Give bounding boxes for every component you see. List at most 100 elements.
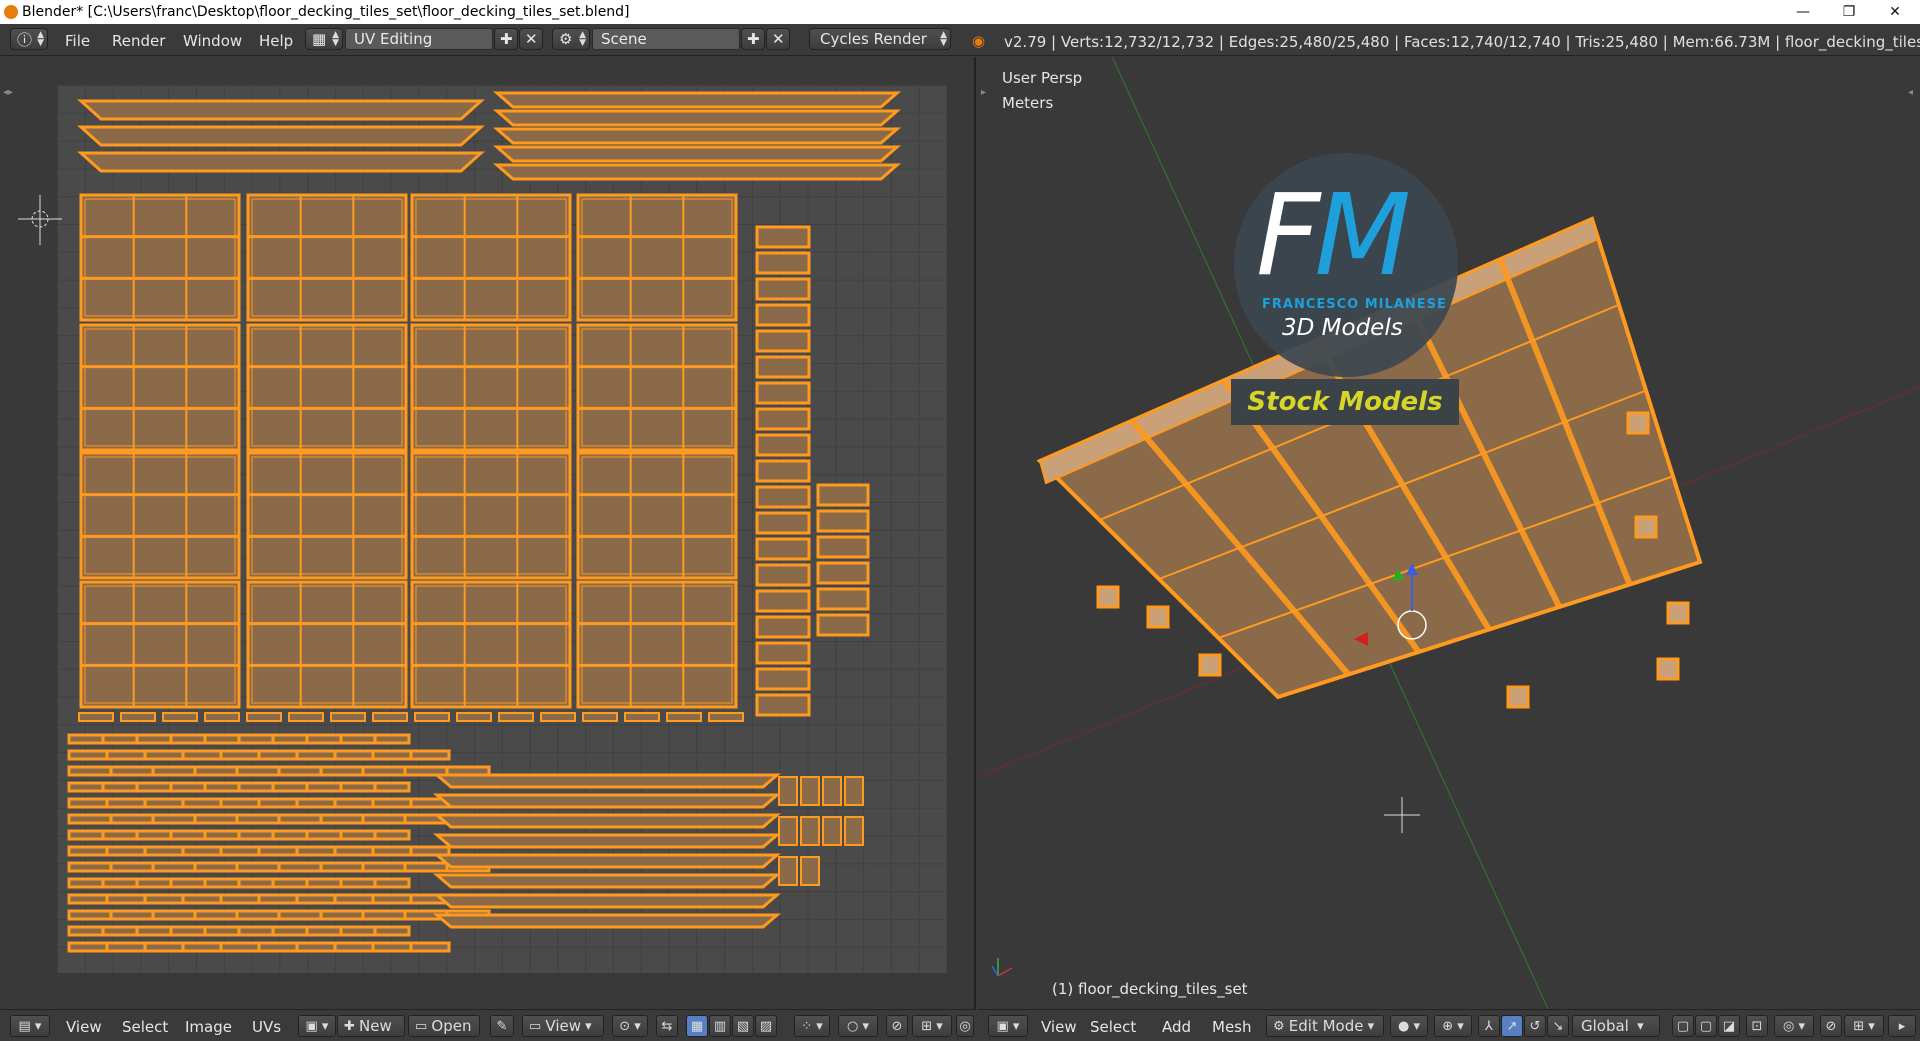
vertex-mode-icon[interactable]: ▢ <box>1695 1015 1717 1037</box>
face-mode-icon[interactable]: ◪ <box>1718 1015 1740 1037</box>
snap-icon[interactable]: ⊘ <box>1820 1015 1842 1037</box>
2d-cursor-icon[interactable] <box>18 195 62 249</box>
snap-target-icon[interactable]: ⊞ ▾ <box>1844 1015 1884 1037</box>
vertex-select-icon[interactable]: ▦ <box>686 1015 708 1037</box>
proportional-edit-icon[interactable]: ○ ▾ <box>838 1015 878 1037</box>
uv-menu-view[interactable]: View <box>66 1018 102 1036</box>
pin-icon[interactable]: ✎ <box>490 1015 514 1037</box>
uv-menu-image[interactable]: Image <box>185 1018 232 1036</box>
view-mode-dropdown[interactable]: ▭ View ▾ <box>522 1015 604 1037</box>
toolshelf-expand-icon[interactable]: ▸ <box>981 87 986 98</box>
uv-image-editor[interactable]: ◂▸ <box>0 57 976 1009</box>
uv-canvas[interactable] <box>57 85 947 973</box>
scene-field[interactable]: Scene <box>592 28 740 50</box>
screen-layout-field[interactable]: UV Editing <box>345 28 493 50</box>
remove-screen-icon[interactable]: ✕ <box>519 28 543 50</box>
uv-tile-island <box>79 323 241 452</box>
screen-layout-icon[interactable]: ▦ ▲ ▼ <box>305 28 343 50</box>
occlude-geometry-icon[interactable]: ⊡ <box>1746 1015 1768 1037</box>
region-expand-icon[interactable]: ◂▸ <box>3 87 13 98</box>
uv-clip-island <box>204 712 240 722</box>
uv-clip-island <box>582 712 618 722</box>
overflow-icon[interactable]: ◎ <box>956 1015 974 1037</box>
mode-dropdown[interactable]: ⚙ Edit Mode ▾ <box>1266 1015 1384 1037</box>
uv-tile-island <box>246 451 408 580</box>
uv-tile-island <box>410 580 572 709</box>
add-screen-icon[interactable]: ✚ <box>494 28 518 50</box>
pivot-point-icon[interactable]: ⊕ ▾ <box>1434 1015 1472 1037</box>
logo-brand: FRANCESCO MILANESE <box>1262 297 1447 312</box>
uv-trim-island <box>493 163 901 181</box>
uv-trim-island <box>493 127 901 145</box>
render-preview-icon[interactable]: ▸ <box>1888 1015 1916 1037</box>
remove-scene-icon[interactable]: ✕ <box>766 28 790 50</box>
orientation-label: Global <box>1581 1017 1629 1035</box>
uv-clip-island <box>78 712 114 722</box>
shading-mode-icon[interactable]: ● ▾ <box>1390 1015 1428 1037</box>
uv-clip-island <box>162 712 198 722</box>
menu-window[interactable]: Window <box>183 32 242 50</box>
view-mode-label: View <box>545 1017 582 1035</box>
render-engine-dropdown[interactable]: Cycles Render ▲ ▼ <box>809 28 951 50</box>
logo-initial-f: F <box>1256 171 1320 301</box>
sticky-select-icon[interactable]: ⁘ ▾ <box>794 1015 830 1037</box>
uv-strip-island <box>755 589 811 613</box>
open-image-button[interactable]: ▭ Open <box>408 1015 480 1037</box>
uv-tile-island <box>576 323 738 452</box>
uv-strip-island <box>816 535 870 559</box>
translate-manipulator-icon[interactable]: ↗ <box>1501 1015 1523 1037</box>
vp-menu-view[interactable]: View <box>1041 1018 1077 1036</box>
uv-menu-uvs[interactable]: UVs <box>252 1018 281 1036</box>
uv-clip-island <box>330 712 366 722</box>
uv-strip-island <box>755 459 811 483</box>
menu-render[interactable]: Render <box>112 32 165 50</box>
rotate-manipulator-icon[interactable]: ↺ <box>1524 1015 1546 1037</box>
uv-clip-island <box>778 856 798 886</box>
pivot-icon[interactable]: ⊙ ▾ <box>612 1015 648 1037</box>
sync-selection-icon[interactable]: ⇆ <box>656 1015 678 1037</box>
menu-file[interactable]: File <box>65 32 90 50</box>
add-scene-icon[interactable]: ✚ <box>741 28 765 50</box>
face-select-icon[interactable]: ▧ <box>732 1015 754 1037</box>
logo-initial-m: M <box>1314 171 1411 301</box>
maximize-button[interactable]: ❐ <box>1826 0 1872 24</box>
vp-menu-select[interactable]: Select <box>1090 1018 1136 1036</box>
uv-clip-island <box>708 712 744 722</box>
menu-help[interactable]: Help <box>259 32 293 50</box>
uv-tile-island <box>246 323 408 452</box>
uv-clip-island <box>844 776 864 806</box>
uv-trim-island <box>77 99 485 121</box>
minimize-button[interactable]: — <box>1780 0 1826 24</box>
edge-select-icon[interactable]: ▥ <box>709 1015 731 1037</box>
island-select-icon[interactable]: ▨ <box>755 1015 777 1037</box>
editor-type-info-icon[interactable]: ⓘ ▲ ▼ <box>10 28 48 50</box>
mode-label: Edit Mode <box>1288 1017 1364 1035</box>
orientation-dropdown[interactable]: Global ▾ <box>1572 1015 1660 1037</box>
editor-type-uv-icon[interactable]: ▤ ▾ <box>10 1015 50 1037</box>
snap-toggle-icon[interactable]: ⊘ <box>886 1015 908 1037</box>
uv-menu-select[interactable]: Select <box>122 1018 168 1036</box>
layer-button-icon[interactable]: ▢ <box>1672 1015 1694 1037</box>
proportional-editing-icon[interactable]: ◎ ▾ <box>1774 1015 1814 1037</box>
uv-clip-island <box>800 816 820 846</box>
uv-strip-island <box>755 433 811 457</box>
editor-type-3d-icon[interactable]: ▣ ▾ <box>988 1015 1028 1037</box>
uv-clip-island <box>666 712 702 722</box>
snap-element-icon[interactable]: ⊞ ▾ <box>912 1015 952 1037</box>
scene-statistics: v2.79 | Verts:12,732/12,732 | Edges:25,4… <box>1004 33 1920 51</box>
new-image-button[interactable]: ✚ New <box>337 1015 405 1037</box>
vp-menu-mesh[interactable]: Mesh <box>1212 1018 1252 1036</box>
uv-clip-island <box>844 816 864 846</box>
manipulator-toggle-icon[interactable]: ⅄ <box>1478 1015 1500 1037</box>
logo-tagline: 3D Models <box>1282 315 1403 341</box>
uv-clip-island <box>778 776 798 806</box>
close-button[interactable]: ✕ <box>1872 0 1918 24</box>
scene-icon[interactable]: ⚙ ▲ ▼ <box>552 28 590 50</box>
browse-image-icon[interactable]: ▣ ▾ <box>298 1015 336 1037</box>
uv-strip-island <box>755 667 811 691</box>
vp-menu-add[interactable]: Add <box>1162 1018 1191 1036</box>
properties-expand-icon[interactable]: ◂ <box>1908 87 1913 98</box>
scale-manipulator-icon[interactable]: ↘ <box>1547 1015 1569 1037</box>
uv-tile-island <box>410 323 572 452</box>
panel-clip <box>1506 685 1530 709</box>
